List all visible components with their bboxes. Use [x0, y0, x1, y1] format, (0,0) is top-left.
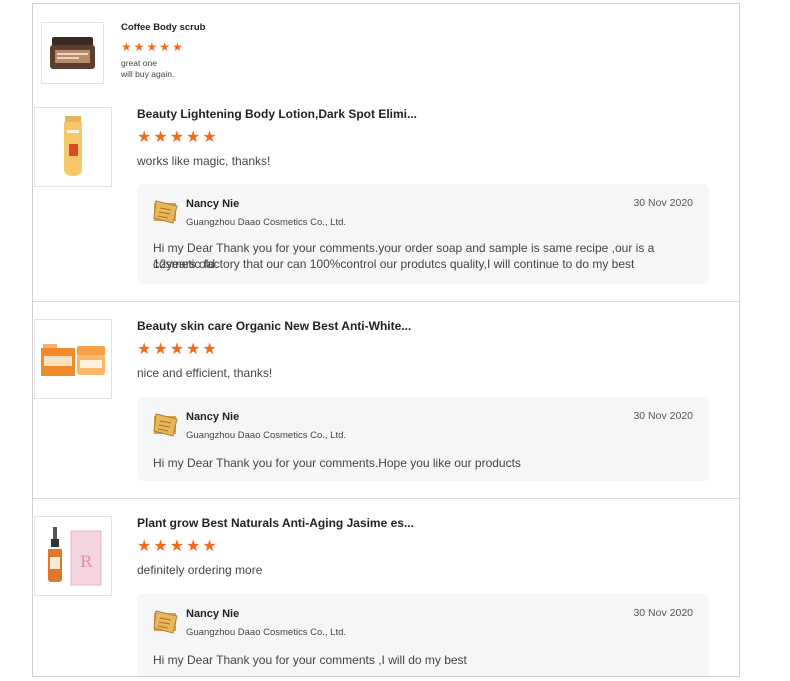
reply-company: Guangzhou Daao Cosmetics Co., Ltd. — [186, 627, 347, 638]
divider — [33, 498, 739, 499]
star-icon: ★ — [202, 538, 217, 555]
review-comment: nice and efficient, thanks! — [137, 366, 273, 380]
reply-author-name: Nancy Nie — [186, 608, 240, 620]
reply-company: Guangzhou Daao Cosmetics Co., Ltd. — [186, 430, 347, 441]
review-comment-line: will buy again. — [121, 69, 175, 79]
star-icon: ★ — [186, 341, 201, 358]
star-icon: ★ — [137, 538, 152, 555]
seller-reply: Nancy Nie Guangzhou Daao Cosmetics Co., … — [137, 594, 709, 676]
reply-date: 30 Nov 2020 — [633, 410, 693, 422]
review-comment: works like magic, thanks! — [137, 154, 271, 168]
reviews-panel: Coffee Body scrub ★ ★ ★ ★ ★ great one wi… — [32, 3, 740, 677]
divider — [33, 301, 739, 302]
company-logo-avatar — [153, 413, 178, 437]
reply-date: 30 Nov 2020 — [633, 197, 693, 209]
reply-author-name: Nancy Nie — [186, 411, 240, 423]
star-icon: ★ — [153, 538, 168, 555]
star-icon: ★ — [186, 538, 201, 555]
product-thumbnail[interactable] — [34, 107, 112, 187]
body-lotion-tube-image — [64, 116, 82, 176]
star-icon: ★ — [159, 40, 171, 54]
star-icon: ★ — [169, 129, 185, 146]
star-icon: ★ — [202, 341, 217, 358]
reply-date: 30 Nov 2020 — [633, 607, 693, 619]
product-title[interactable]: Coffee Body scrub — [121, 22, 205, 33]
rating-stars: ★ ★ ★ ★ ★ — [137, 342, 217, 358]
star-icon: ★ — [153, 341, 168, 358]
reply-text-line: Hi my Dear Thank you for your comments ,… — [153, 653, 467, 667]
star-icon: ★ — [121, 40, 132, 54]
seller-reply: Nancy Nie Guangzhou Daao Cosmetics Co., … — [137, 397, 709, 481]
product-title[interactable]: Beauty skin care Organic New Best Anti-W… — [137, 319, 411, 333]
review-comment: definitely ordering more — [137, 563, 263, 577]
product-thumbnail[interactable] — [41, 22, 104, 84]
star-icon: ★ — [202, 129, 217, 146]
review-comment-line: great one — [121, 58, 157, 68]
coffee-scrub-jar-image — [50, 37, 95, 69]
reply-text-line: cosmetic factory that our can 100%contro… — [153, 257, 635, 271]
reply-author-name: Nancy Nie — [186, 198, 240, 210]
star-icon: ★ — [153, 129, 168, 146]
svg-text:R: R — [80, 552, 93, 571]
reply-text-line: Hi my Dear Thank you for your comments.H… — [153, 456, 521, 470]
skincare-set-image — [41, 344, 105, 376]
star-icon: ★ — [137, 129, 152, 146]
company-logo-avatar — [153, 200, 178, 224]
serum-bottle-image: R — [48, 527, 102, 586]
rating-stars: ★ ★ ★ ★ ★ — [137, 130, 217, 146]
product-title[interactable]: Beauty Lightening Body Lotion,Dark Spot … — [137, 107, 417, 121]
star-icon: ★ — [137, 341, 152, 358]
product-thumbnail[interactable] — [34, 319, 112, 399]
seller-reply: Nancy Nie Guangzhou Daao Cosmetics Co., … — [137, 184, 709, 284]
product-thumbnail[interactable]: R — [34, 516, 112, 596]
reply-company: Guangzhou Daao Cosmetics Co., Ltd. — [186, 217, 347, 228]
rating-stars: ★ ★ ★ ★ ★ — [137, 539, 217, 555]
product-title[interactable]: Plant grow Best Naturals Anti-Aging Jasi… — [137, 516, 414, 530]
star-icon: ★ — [169, 538, 185, 555]
company-logo-avatar — [153, 610, 178, 634]
star-icon: ★ — [186, 129, 201, 146]
star-icon: ★ — [146, 40, 158, 54]
star-icon: ★ — [169, 341, 185, 358]
star-icon: ★ — [133, 40, 145, 54]
rating-stars: ★ ★ ★ ★ ★ — [121, 41, 183, 53]
star-icon: ★ — [172, 40, 183, 54]
